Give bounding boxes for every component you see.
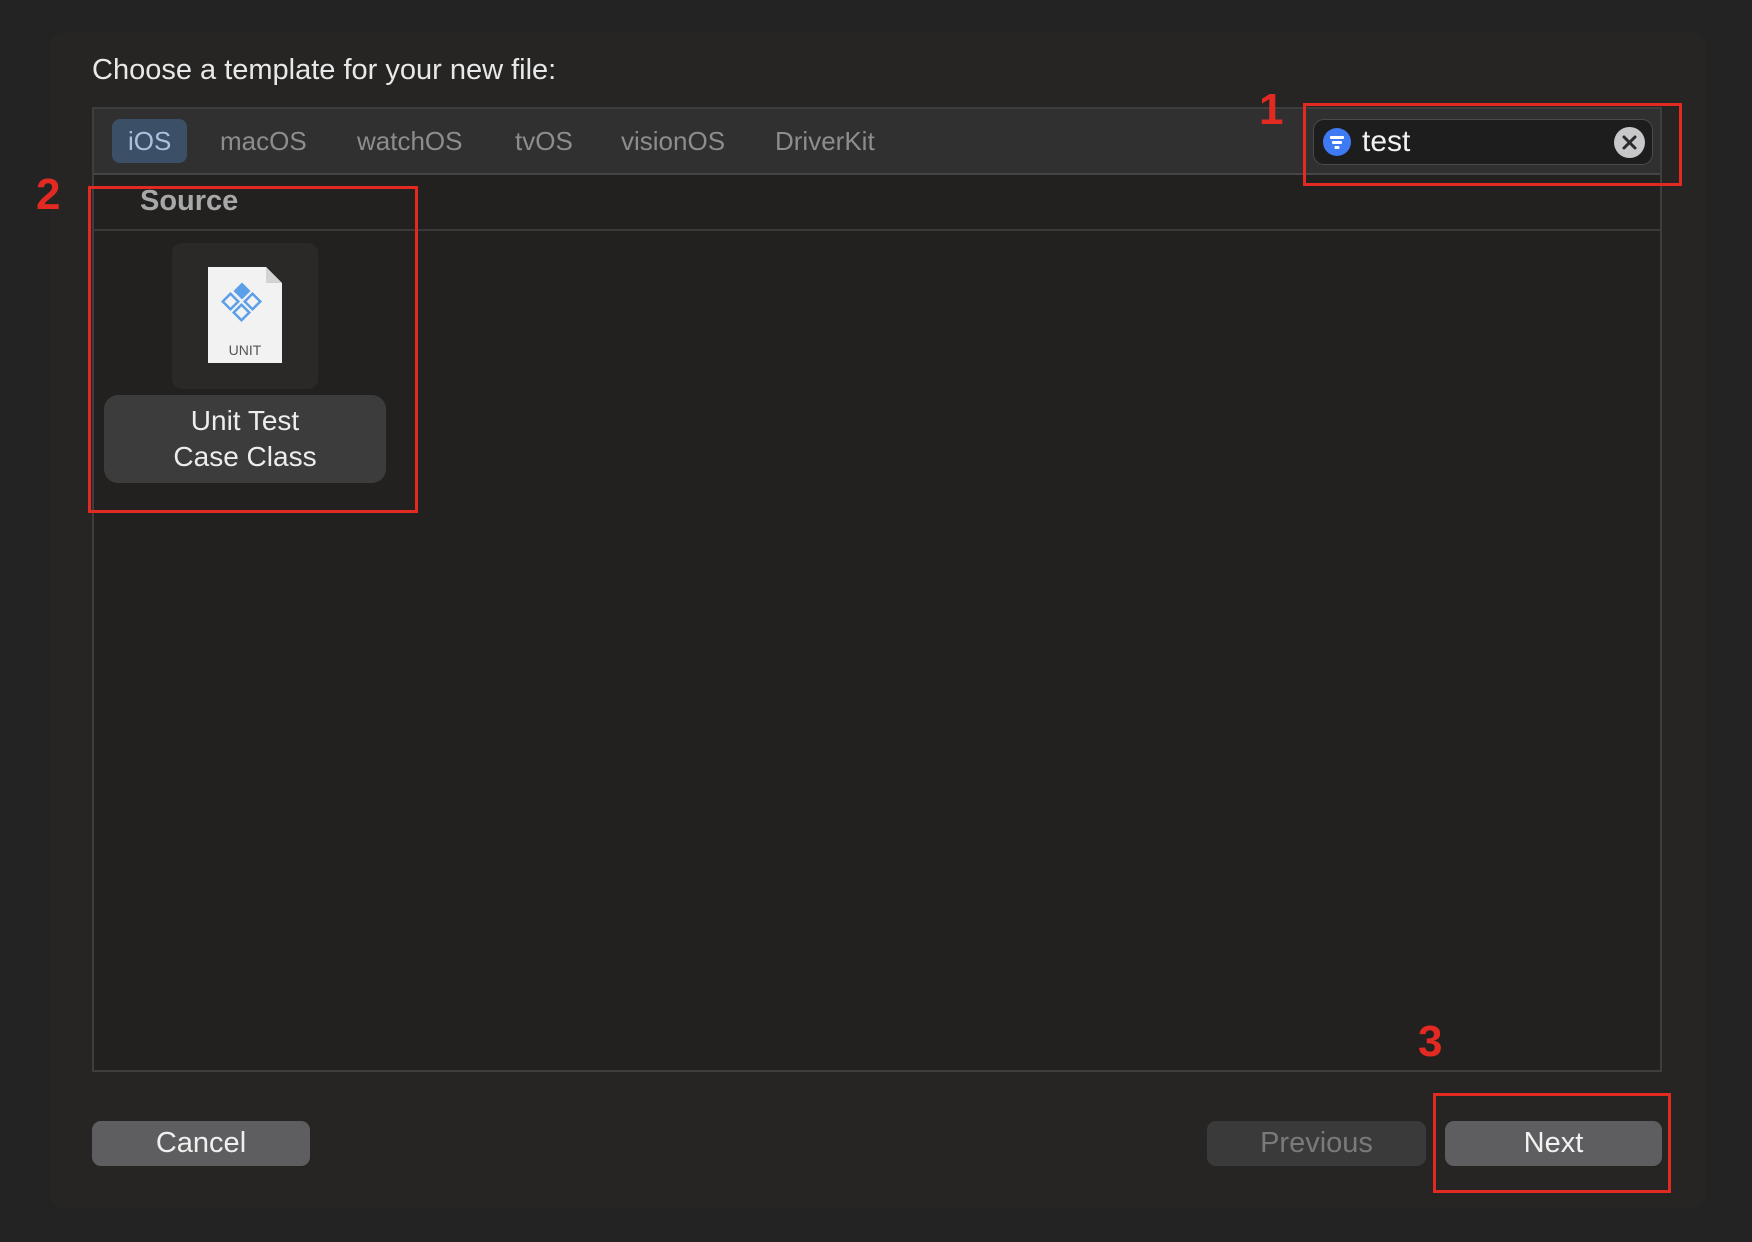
annotation-box-2 xyxy=(88,186,418,513)
tab-macos[interactable]: macOS xyxy=(204,119,323,163)
tab-driverkit[interactable]: DriverKit xyxy=(759,119,891,163)
tab-watchos[interactable]: watchOS xyxy=(341,119,479,163)
annotation-number-1: 1 xyxy=(1259,85,1284,134)
annotation-number-2: 2 xyxy=(36,170,61,219)
tab-tvos[interactable]: tvOS xyxy=(499,119,589,163)
cancel-button[interactable]: Cancel xyxy=(92,1121,310,1166)
tab-ios[interactable]: iOS xyxy=(112,119,188,163)
annotation-box-3 xyxy=(1433,1093,1671,1193)
tab-visionos[interactable]: visionOS xyxy=(605,119,741,163)
dialog-prompt: Choose a template for your new file: xyxy=(92,54,557,86)
previous-button[interactable]: Previous xyxy=(1207,1121,1426,1166)
annotation-number-3: 3 xyxy=(1418,1017,1443,1066)
annotation-box-1 xyxy=(1303,103,1682,186)
